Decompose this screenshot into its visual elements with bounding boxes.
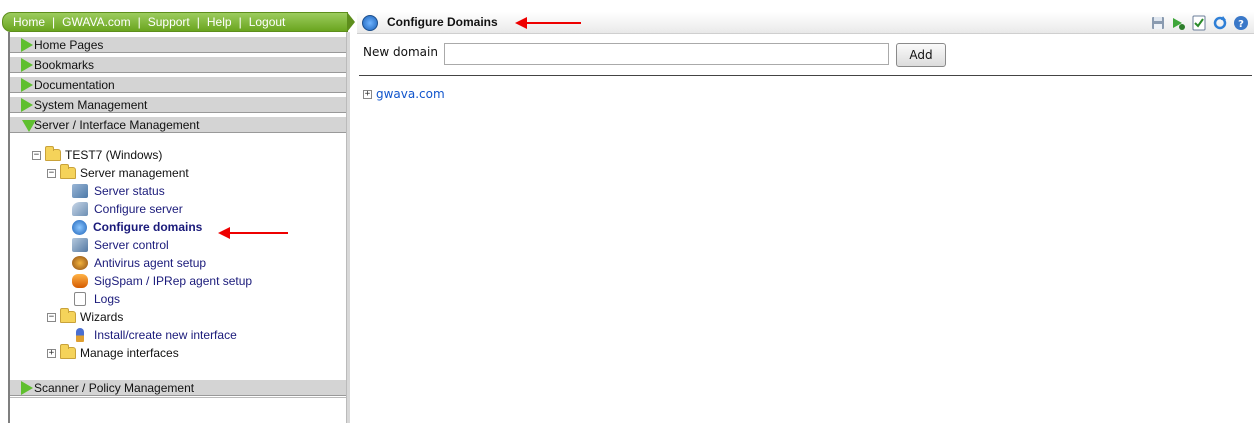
nav-separator: |	[196, 15, 200, 29]
folder-icon	[60, 164, 76, 179]
run-icon[interactable]	[1170, 15, 1186, 31]
expand-arrow-icon	[21, 38, 33, 52]
tree-item-label: SigSpam / IPRep agent setup	[94, 274, 253, 288]
expand-arrow-icon	[21, 78, 33, 92]
tree-item-label: Install/create new interface	[94, 328, 237, 342]
tree-node-label: Manage interfaces	[80, 346, 179, 360]
nav-link-logout[interactable]: Logout	[249, 15, 286, 29]
tree-item-label: Configure server	[94, 202, 183, 216]
tree-item-server-control[interactable]: Server control	[72, 236, 169, 254]
nav-link-home[interactable]: Home	[13, 15, 45, 29]
annotation-arrow	[515, 17, 581, 29]
annotation-arrow	[218, 227, 288, 239]
accordion-bookmarks[interactable]: Bookmarks	[10, 56, 346, 73]
tree-item-server-status[interactable]: Server status	[72, 182, 165, 200]
globe-icon	[72, 219, 87, 235]
domain-link[interactable]: gwava.com	[376, 87, 445, 101]
expand-toggle-icon[interactable]: +	[47, 348, 56, 358]
nav-separator: |	[238, 15, 242, 29]
tree-node-test7[interactable]: − TEST7 (Windows)	[32, 146, 162, 164]
divider	[10, 397, 346, 398]
expand-arrow-icon	[21, 381, 33, 395]
new-domain-label: New domain	[363, 45, 438, 59]
nav-link-gwava[interactable]: GWAVA.com	[62, 15, 130, 29]
antivirus-icon	[72, 256, 88, 270]
tree-item-label: Logs	[94, 292, 121, 306]
expand-arrow-icon	[21, 98, 33, 112]
expand-toggle-icon[interactable]: +	[363, 89, 372, 99]
collapse-toggle-icon[interactable]: −	[47, 312, 56, 322]
tree-node-label: Server management	[80, 166, 189, 180]
server-tree: − TEST7 (Windows) − Server management Se…	[32, 146, 342, 376]
tree-item-logs[interactable]: Logs	[72, 290, 120, 308]
expand-arrow-icon	[21, 58, 33, 72]
log-document-icon	[74, 292, 86, 306]
add-domain-button[interactable]: Add	[896, 43, 946, 67]
nav-link-support[interactable]: Support	[148, 15, 190, 29]
tree-node-label: Wizards	[80, 310, 124, 324]
collapse-toggle-icon[interactable]: −	[32, 150, 41, 160]
accordion-system-management[interactable]: System Management	[10, 96, 346, 113]
refresh-icon[interactable]	[1212, 15, 1228, 31]
panel-splitter[interactable]	[346, 32, 350, 423]
server-status-icon	[72, 184, 88, 198]
tree-item-configure-domains[interactable]: Configure domains	[72, 218, 202, 236]
accordion-label: Documentation	[34, 78, 115, 92]
tree-item-sigspam-iprep[interactable]: SigSpam / IPRep agent setup	[72, 272, 252, 290]
nav-tab-tip	[347, 12, 355, 32]
panel-header: Configure Domains ?	[357, 12, 1254, 34]
folder-icon	[60, 308, 76, 323]
top-nav-bar: Home | GWAVA.com | Support | Help | Logout	[2, 12, 355, 32]
tree-item-configure-server[interactable]: Configure server	[72, 200, 183, 218]
accordion-label: Server / Interface Management	[34, 118, 200, 132]
nav-link-help[interactable]: Help	[207, 15, 232, 29]
accordion-label: Scanner / Policy Management	[34, 381, 195, 395]
tree-item-antivirus-agent-setup[interactable]: Antivirus agent setup	[72, 254, 206, 272]
accordion-server-interface-management[interactable]: Server / Interface Management	[10, 116, 346, 133]
tree-item-label: Server status	[94, 184, 165, 198]
server-control-icon	[72, 238, 88, 252]
accordion-label: Home Pages	[34, 38, 104, 52]
divider	[359, 75, 1252, 76]
tree-node-wizards[interactable]: − Wizards	[47, 308, 123, 326]
accordion-label: Bookmarks	[34, 58, 95, 72]
folder-icon	[60, 344, 76, 359]
accordion-label: System Management	[34, 98, 148, 112]
svg-text:?: ?	[1238, 19, 1244, 30]
accordion-home-pages[interactable]: Home Pages	[10, 36, 346, 53]
page-title: Configure Domains	[387, 15, 498, 29]
checklist-icon[interactable]	[1191, 15, 1207, 31]
collapse-arrow-icon	[22, 120, 36, 132]
folder-icon	[45, 146, 61, 161]
nav-separator: |	[137, 15, 141, 29]
domain-list-item: + gwava.com	[363, 87, 445, 101]
save-icon[interactable]	[1150, 15, 1166, 31]
new-domain-input[interactable]	[444, 43, 889, 65]
collapse-toggle-icon[interactable]: −	[47, 168, 56, 178]
tree-item-install-interface[interactable]: Install/create new interface	[72, 326, 237, 344]
configure-server-icon	[72, 202, 88, 216]
spam-icon	[72, 274, 88, 288]
tree-item-label: Configure domains	[93, 220, 203, 234]
help-icon[interactable]: ?	[1233, 15, 1249, 31]
tree-item-label: Server control	[94, 238, 169, 252]
tree-node-label: TEST7 (Windows)	[65, 148, 163, 162]
tree-node-server-management[interactable]: − Server management	[47, 164, 189, 182]
tree-item-label: Antivirus agent setup	[94, 256, 207, 270]
globe-icon	[362, 15, 378, 31]
nav-separator: |	[52, 15, 56, 29]
content-panel: Configure Domains ? New domain Add + gwa…	[357, 12, 1254, 423]
wizard-icon	[76, 328, 84, 342]
tree-node-manage-interfaces[interactable]: + Manage interfaces	[47, 344, 179, 362]
accordion-scanner-policy-management[interactable]: Scanner / Policy Management	[10, 379, 346, 396]
navigation-panel: Home | GWAVA.com | Support | Help | Logout Home …	[0, 0, 355, 423]
accordion-documentation[interactable]: Documentation	[10, 76, 346, 93]
